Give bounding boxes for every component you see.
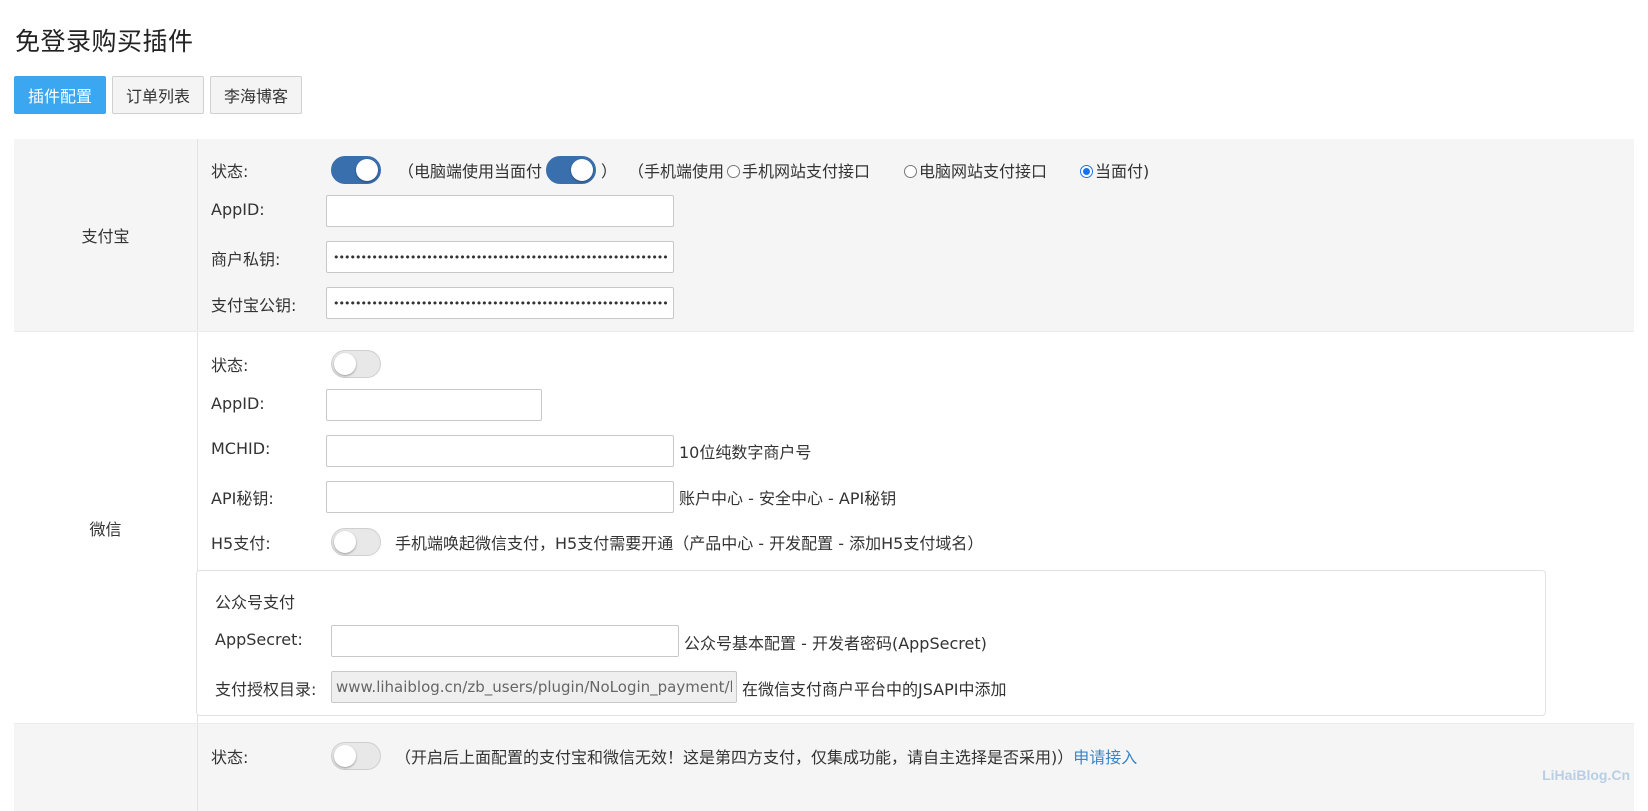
fourth-party-note-text: （开启后上面配置的支付宝和微信无效！这是第四方支付，仅集成功能，请自主选择是否采… bbox=[395, 748, 1074, 767]
toggle-knob bbox=[334, 745, 356, 767]
toggle-knob bbox=[334, 353, 356, 375]
tab-plugin-config[interactable]: 插件配置 bbox=[14, 76, 107, 114]
wechat-mp-title: 公众号支付 bbox=[215, 593, 296, 612]
fourth-party-section-body: 状态: （开启后上面配置的支付宝和微信无效！这是第四方支付，仅集成功能，请自主选… bbox=[198, 724, 1634, 811]
alipay-appid-input[interactable] bbox=[326, 195, 674, 227]
alipay-private-key-label: 商户私钥: bbox=[211, 250, 281, 269]
alipay-public-key-label: 支付宝公钥: bbox=[211, 296, 297, 315]
radio-unchecked-icon bbox=[727, 165, 740, 178]
wechat-appid-label: AppID: bbox=[211, 394, 265, 413]
fourth-party-status-toggle[interactable] bbox=[331, 742, 381, 770]
alipay-appid-label: AppID: bbox=[211, 200, 265, 219]
watermark-text: LiHaiBlog.Cn bbox=[1542, 767, 1630, 783]
wechat-authdir-label: 支付授权目录: bbox=[215, 680, 317, 699]
radio-checked-icon bbox=[1080, 165, 1093, 178]
wechat-appid-input[interactable] bbox=[326, 389, 542, 421]
toggle-knob bbox=[356, 159, 378, 181]
fourth-party-status-label: 状态: bbox=[211, 748, 249, 767]
radio-label: 当面付) bbox=[1095, 162, 1150, 181]
page-title: 免登录购买插件 bbox=[15, 27, 194, 56]
alipay-close-paren: ） bbox=[601, 162, 618, 181]
alipay-section: 支付宝 状态: （电脑端使用当面付 ） （手机端使用 手机网站支付接口 电脑网站… bbox=[14, 139, 1634, 332]
wechat-apikey-input[interactable] bbox=[326, 481, 674, 513]
alipay-section-body: 状态: （电脑端使用当面付 ） （手机端使用 手机网站支付接口 电脑网站支付接口… bbox=[198, 139, 1634, 331]
wechat-h5-label: H5支付: bbox=[211, 534, 271, 553]
alipay-mobile-prefix: （手机端使用 bbox=[628, 162, 725, 181]
wechat-mchid-input[interactable] bbox=[326, 435, 674, 467]
wechat-appsecret-input[interactable] bbox=[331, 625, 679, 657]
wechat-appsecret-hint: 公众号基本配置 - 开发者密码(AppSecret) bbox=[684, 634, 987, 653]
alipay-radio-pc-site[interactable]: 电脑网站支付接口 bbox=[904, 158, 1047, 182]
fourth-party-section: 状态: （开启后上面配置的支付宝和微信无效！这是第四方支付，仅集成功能，请自主选… bbox=[14, 724, 1634, 811]
tab-lihai-blog[interactable]: 李海博客 bbox=[210, 76, 303, 114]
alipay-status-label: 状态: bbox=[211, 162, 249, 181]
wechat-apikey-hint: 账户中心 - 安全中心 - API秘钥 bbox=[679, 489, 897, 508]
wechat-h5-toggle[interactable] bbox=[331, 528, 381, 556]
radio-label: 电脑网站支付接口 bbox=[919, 162, 1048, 181]
fourth-party-note: （开启后上面配置的支付宝和微信无效！这是第四方支付，仅集成功能，请自主选择是否采… bbox=[395, 744, 1137, 768]
wechat-status-label: 状态: bbox=[211, 356, 249, 375]
plugin-settings-page: 免登录购买插件 插件配置 订单列表 李海博客 支付宝 状态: （电脑端使用当面付… bbox=[0, 0, 1648, 811]
wechat-mp-payment-box: 公众号支付 AppSecret: 公众号基本配置 - 开发者密码(AppSecr… bbox=[196, 570, 1546, 716]
alipay-private-key-input[interactable] bbox=[326, 241, 674, 273]
alipay-pc-facepay-toggle[interactable] bbox=[546, 156, 596, 184]
alipay-status-toggle[interactable] bbox=[331, 156, 381, 184]
wechat-authdir-hint: 在微信支付商户平台中的JSAPI中添加 bbox=[742, 680, 1007, 699]
wechat-mchid-label: MCHID: bbox=[211, 439, 271, 458]
tab-bar: 插件配置 订单列表 李海博客 bbox=[14, 76, 303, 114]
wechat-h5-hint: 手机端唤起微信支付，H5支付需要开通（产品中心 - 开发配置 - 添加H5支付域… bbox=[395, 534, 984, 553]
wechat-mchid-hint: 10位纯数字商户号 bbox=[679, 443, 812, 462]
wechat-status-toggle[interactable] bbox=[331, 350, 381, 378]
apply-access-link[interactable]: 申请接入 bbox=[1073, 748, 1137, 767]
radio-unchecked-icon bbox=[904, 165, 917, 178]
toggle-knob bbox=[334, 531, 356, 553]
alipay-radio-facepay[interactable]: 当面付) bbox=[1080, 158, 1149, 182]
alipay-pc-facepay-text: （电脑端使用当面付 bbox=[398, 162, 543, 181]
wechat-apikey-label: API秘钥: bbox=[211, 489, 274, 508]
tab-order-list[interactable]: 订单列表 bbox=[112, 76, 205, 114]
radio-label: 手机网站支付接口 bbox=[742, 162, 871, 181]
wechat-section-label: 微信 bbox=[14, 332, 198, 723]
toggle-knob bbox=[571, 159, 593, 181]
wechat-appsecret-label: AppSecret: bbox=[215, 630, 303, 649]
wechat-authdir-input[interactable] bbox=[331, 671, 737, 703]
alipay-radio-mobile-site[interactable]: 手机网站支付接口 bbox=[727, 158, 870, 182]
fourth-party-section-label bbox=[14, 724, 198, 811]
alipay-public-key-input[interactable] bbox=[326, 287, 674, 319]
alipay-section-label: 支付宝 bbox=[14, 139, 198, 331]
